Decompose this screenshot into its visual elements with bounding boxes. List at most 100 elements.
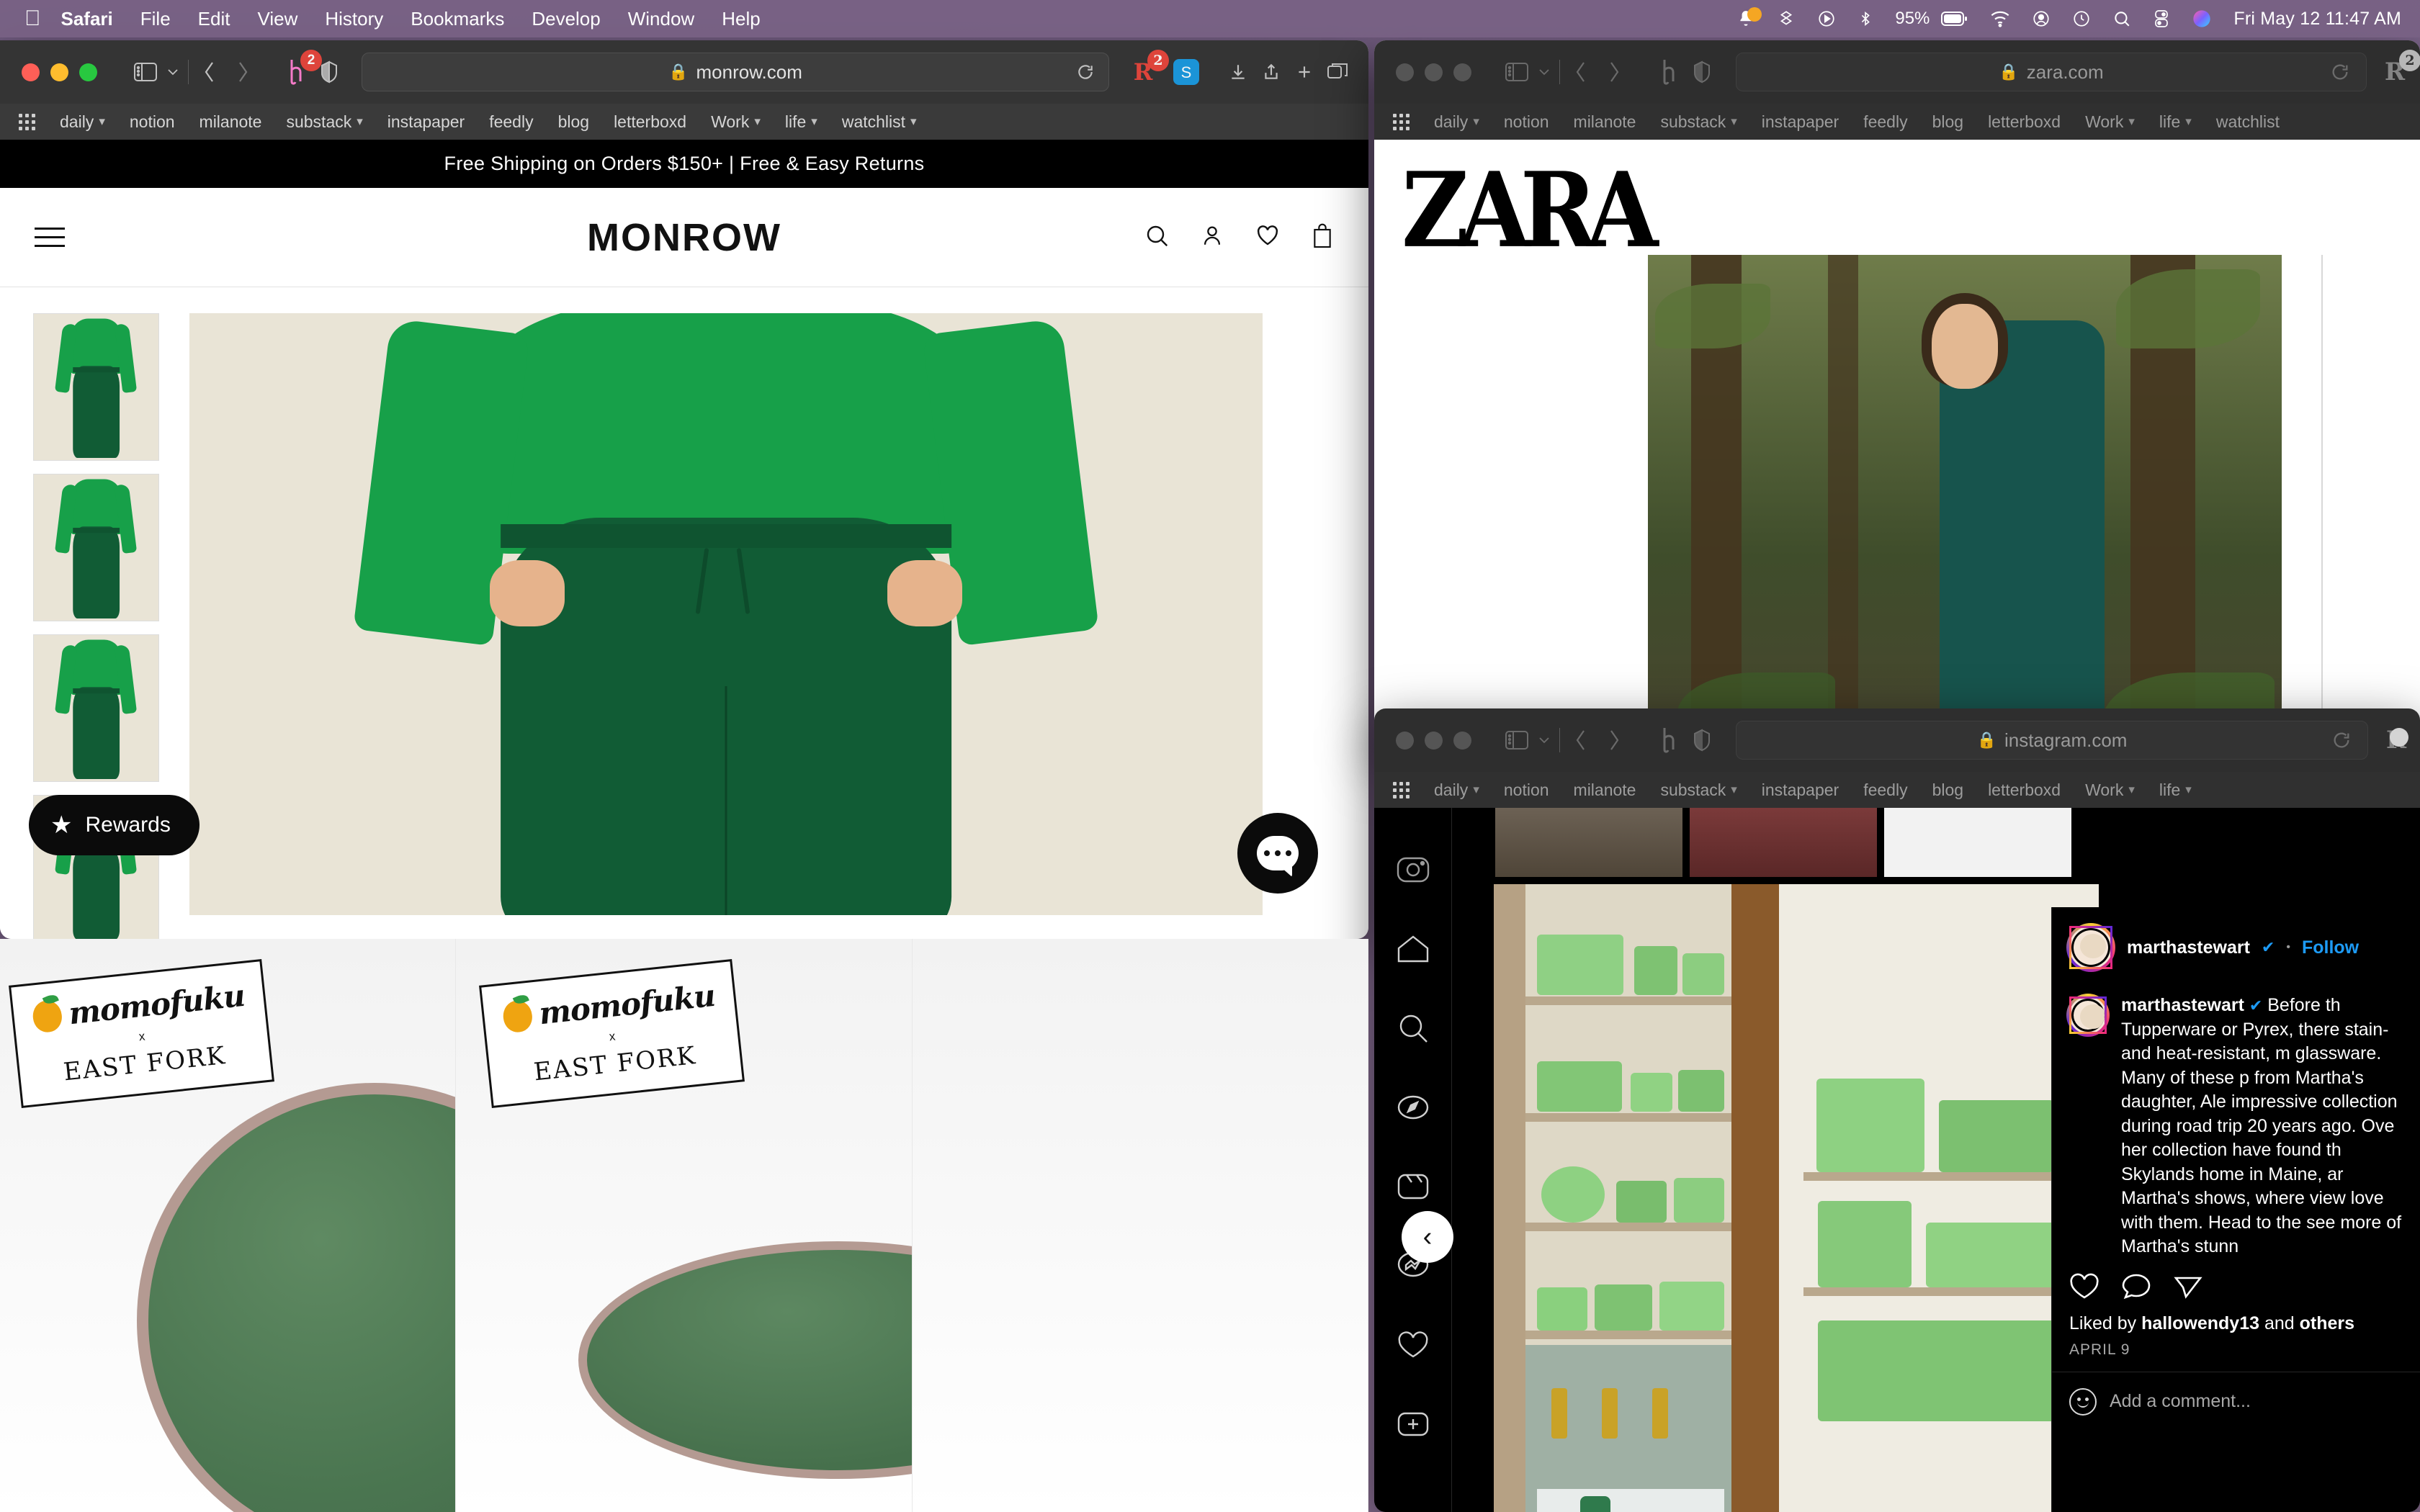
raindrop-extension-icon[interactable]: R	[2380, 724, 2413, 757]
bookmark-instapaper[interactable]: instapaper	[387, 112, 465, 132]
bookmark-blog[interactable]: blog	[558, 112, 589, 132]
zoom-button[interactable]	[79, 63, 97, 81]
bookmark-work[interactable]: Work ▾	[2085, 112, 2135, 132]
menu-item-safari[interactable]: Safari	[61, 8, 113, 30]
privacy-shield-icon[interactable]	[1685, 724, 1718, 757]
podcast-icon[interactable]	[1817, 9, 1836, 28]
minimize-button[interactable]	[1425, 63, 1443, 81]
new-tab-button[interactable]	[1288, 55, 1321, 89]
safari-window-monrow[interactable]: 2 🔒 monrow.com R 2 S daily ▾ notion mila…	[0, 40, 1368, 939]
siri-icon[interactable]	[2192, 9, 2212, 29]
menu-item-view[interactable]: View	[257, 8, 297, 30]
monrow-logo[interactable]: MONROW	[587, 215, 781, 260]
add-comment-row[interactable]: Add a comment...	[2052, 1371, 2420, 1431]
raindrop-extension-icon[interactable]: R 2	[1126, 50, 1169, 89]
search-icon[interactable]	[1144, 222, 1170, 252]
forward-button[interactable]	[1597, 724, 1631, 757]
raindrop-extension-icon[interactable]: R 2	[2378, 50, 2420, 89]
liked-username[interactable]: hallowendy13	[2141, 1313, 2259, 1333]
menu-item-bookmarks[interactable]: Bookmarks	[411, 8, 504, 30]
hamburger-icon[interactable]	[35, 221, 65, 253]
menu-item-file[interactable]: File	[140, 8, 171, 30]
bookmark-work[interactable]: Work ▾	[2085, 780, 2135, 800]
minimize-button[interactable]	[50, 63, 68, 81]
sidebar-dropdown-icon[interactable]	[1533, 55, 1555, 89]
shopping-bag-icon[interactable]	[1311, 222, 1334, 252]
privacy-shield-icon[interactable]	[1685, 55, 1718, 89]
menu-bar-clock[interactable]: Fri May 12 11:47 AM	[2233, 9, 2401, 30]
product-hero-image[interactable]	[189, 313, 1263, 915]
reload-button[interactable]	[2323, 55, 2357, 89]
bookmark-letterboxd[interactable]: letterboxd	[614, 112, 686, 132]
bookmark-daily[interactable]: daily ▾	[1434, 780, 1479, 800]
story-thumb-2[interactable]	[1690, 808, 1877, 877]
bookmark-notion[interactable]: notion	[1504, 780, 1549, 800]
bookmark-daily[interactable]: daily ▾	[1434, 112, 1479, 132]
dropbox-icon[interactable]	[1777, 9, 1796, 28]
downloads-button[interactable]	[1222, 55, 1255, 89]
menu-item-edit[interactable]: Edit	[198, 8, 230, 30]
bookmark-work[interactable]: Work ▾	[711, 112, 761, 132]
extension-s-icon[interactable]: S	[1170, 55, 1203, 89]
menu-item-help[interactable]: Help	[722, 8, 760, 30]
home-icon[interactable]	[1393, 929, 1433, 969]
thumbnail-2[interactable]	[33, 474, 159, 621]
like-heart-icon[interactable]	[2069, 1272, 2099, 1305]
bookmark-instapaper[interactable]: instapaper	[1762, 780, 1839, 800]
bookmark-substack[interactable]: substack ▾	[1660, 780, 1736, 800]
chat-support-button[interactable]	[1237, 813, 1318, 894]
instagram-sidebar[interactable]	[1374, 808, 1452, 1512]
bookmark-milanote[interactable]: milanote	[1574, 780, 1636, 800]
monrow-bookmarks-bar[interactable]: daily ▾ notion milanote substack ▾ instapa…	[0, 104, 1368, 140]
emoji-icon[interactable]	[2069, 1387, 2097, 1416]
plate-card-1[interactable]: momofuku x EAST FORK	[0, 939, 457, 1512]
post-username[interactable]: marthastewart	[2127, 937, 2250, 958]
account-icon[interactable]	[1200, 222, 1224, 252]
back-button[interactable]	[1564, 724, 1597, 757]
battery-icon[interactable]: 95%	[1895, 9, 1968, 29]
privacy-shield-icon[interactable]	[313, 55, 346, 89]
forward-button[interactable]	[1597, 55, 1631, 89]
liked-others[interactable]: others	[2300, 1313, 2354, 1333]
wishlist-heart-icon[interactable]	[1255, 222, 1281, 252]
follow-button[interactable]: Follow	[2302, 937, 2359, 958]
bookmarks-grid-icon[interactable]	[1393, 113, 1410, 130]
plate-card-3[interactable]	[912, 939, 1368, 1512]
bookmark-feedly[interactable]: feedly	[489, 112, 533, 132]
bluetooth-icon[interactable]	[1857, 9, 1873, 28]
wifi-icon[interactable]	[1990, 10, 2010, 27]
post-image[interactable]	[1494, 884, 2099, 1512]
back-button[interactable]	[193, 55, 226, 89]
honey-extension-icon[interactable]	[1652, 724, 1685, 757]
bookmark-substack[interactable]: substack ▾	[1660, 112, 1736, 132]
address-bar[interactable]: 🔒 instagram.com	[1736, 721, 2368, 760]
user-account-icon[interactable]	[2032, 9, 2051, 28]
rewards-button[interactable]: ★ Rewards	[29, 795, 200, 855]
bookmark-notion[interactable]: notion	[130, 112, 175, 132]
comment-placeholder[interactable]: Add a comment...	[2110, 1391, 2251, 1412]
reels-icon[interactable]	[1393, 1166, 1433, 1207]
notifications-heart-icon[interactable]	[1393, 1325, 1433, 1365]
reload-button[interactable]	[2325, 724, 2358, 757]
zoom-button[interactable]	[1453, 731, 1471, 750]
honey-extension-icon[interactable]: 2	[279, 50, 322, 89]
sidebar-dropdown-icon[interactable]	[1533, 724, 1555, 757]
stories-strip[interactable]	[1452, 808, 2420, 877]
sidebar-dropdown-icon[interactable]	[162, 55, 184, 89]
close-button[interactable]	[22, 63, 40, 81]
create-plus-icon[interactable]	[1393, 1404, 1433, 1444]
window-controls[interactable]	[1374, 731, 1471, 750]
notification-bell-icon[interactable]	[1736, 7, 1762, 28]
address-bar[interactable]: 🔒 zara.com	[1736, 53, 2367, 91]
window-controls[interactable]	[0, 63, 97, 81]
bookmark-milanote[interactable]: milanote	[1574, 112, 1636, 132]
tab-overview-button[interactable]	[1321, 55, 1354, 89]
thumbnail-3[interactable]	[33, 634, 159, 782]
bookmark-feedly[interactable]: feedly	[1863, 112, 1907, 132]
bookmarks-grid-icon[interactable]	[1393, 781, 1410, 798]
story-thumb-3[interactable]	[1884, 808, 2071, 877]
story-thumb-1[interactable]	[1495, 808, 1682, 877]
sidebar-toggle-icon[interactable]	[129, 55, 162, 89]
time-machine-icon[interactable]	[2072, 9, 2091, 28]
post-actions[interactable]	[2052, 1259, 2420, 1309]
